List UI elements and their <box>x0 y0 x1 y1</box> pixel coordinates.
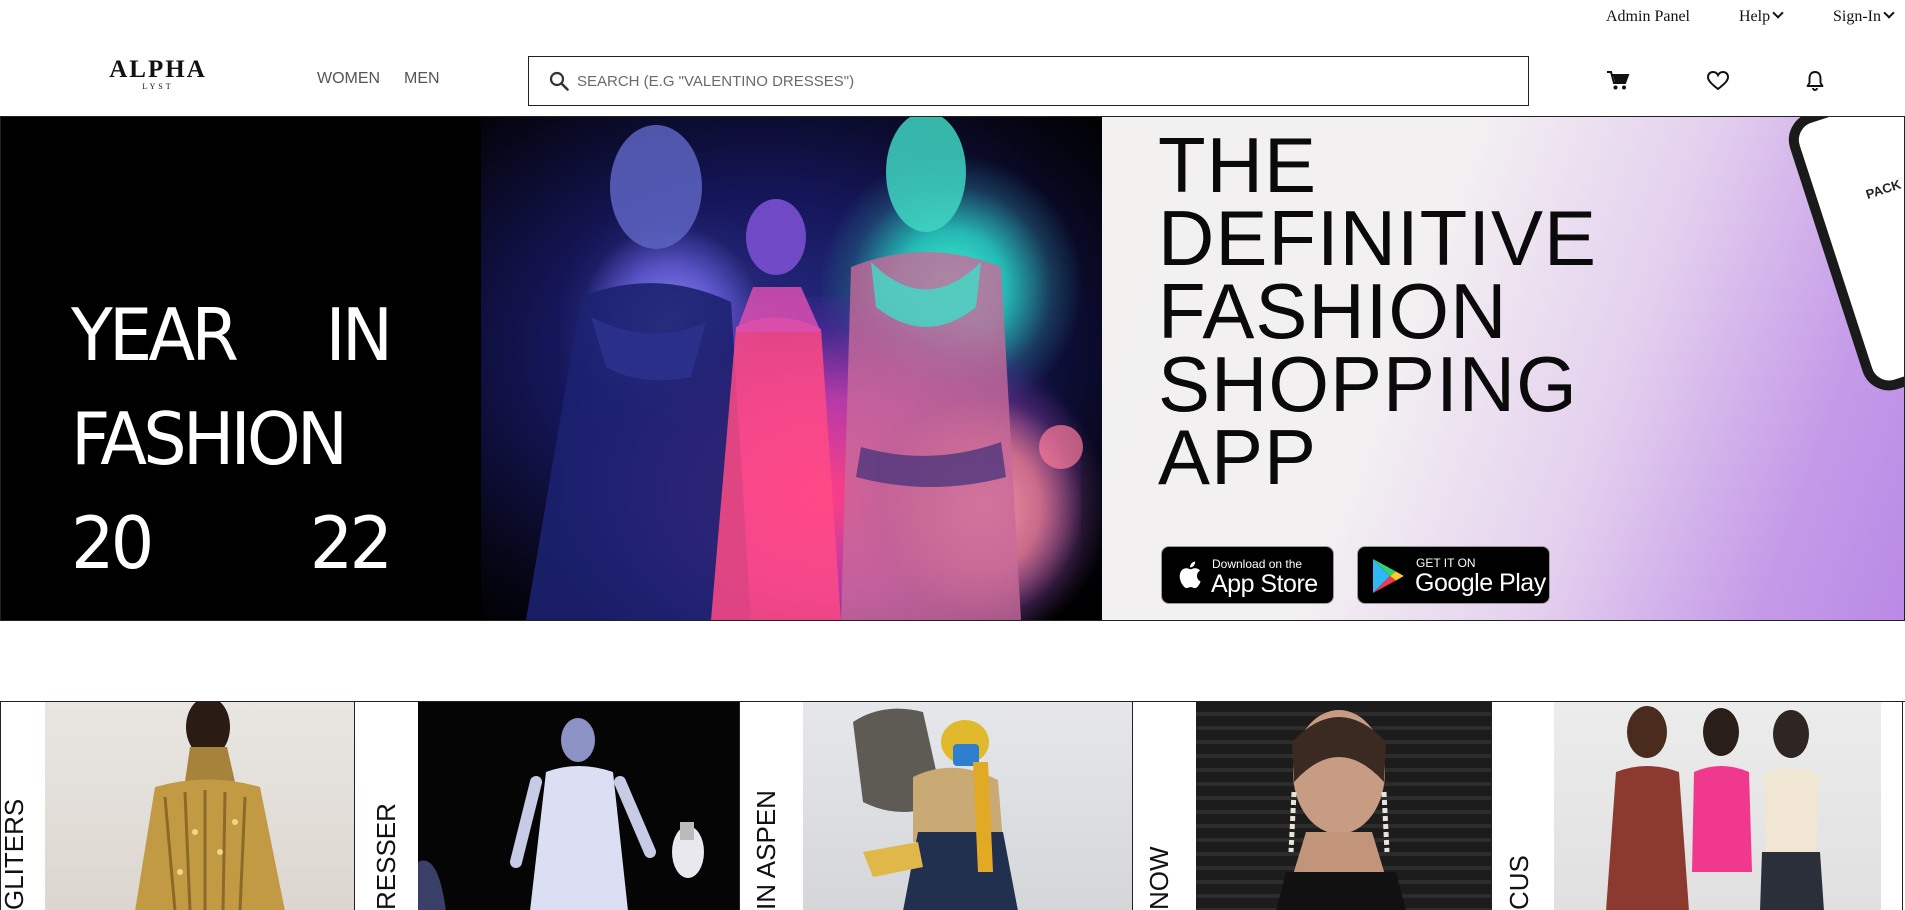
admin-panel-link[interactable]: Admin Panel <box>1606 8 1690 26</box>
carousel-card-label[interactable]: IN ASPEN <box>751 790 782 910</box>
google-play-small-text: GET IT ON <box>1416 556 1476 570</box>
search-icon[interactable] <box>549 71 569 91</box>
editorial-carousel: GLITERS RESSER IN ASPEN NOW CUS <box>0 701 1905 910</box>
google-play-big-text: Google Play <box>1415 569 1546 597</box>
nav-women[interactable]: WOMEN <box>317 70 380 88</box>
divider <box>739 702 740 910</box>
carousel-card-image[interactable] <box>803 702 1132 910</box>
model-image <box>418 718 704 910</box>
chevron-down-icon <box>1772 7 1784 19</box>
year-in-fashion-banner[interactable]: YEAR IN FASHION 20 22 <box>1 117 1102 620</box>
model-image <box>853 708 1018 910</box>
year-title-word: 20 <box>71 501 154 585</box>
app-title-line: DEFINITIVE <box>1158 194 1598 282</box>
hero-banner: YEAR IN FASHION 20 22 THE DEFINITIVE FASHI… <box>0 116 1905 621</box>
sign-in-label: Sign-In <box>1833 8 1881 25</box>
logo[interactable]: ALPHA LYST <box>102 56 214 91</box>
divider <box>1132 702 1133 910</box>
divider <box>1491 702 1492 910</box>
utility-bar: Admin Panel Help Sign-In <box>0 0 1905 34</box>
app-store-small-text: Download on the <box>1212 557 1303 571</box>
nav-men[interactable]: MEN <box>404 70 440 88</box>
logo-main-text: ALPHA <box>109 56 207 83</box>
year-title-word: IN <box>325 293 394 377</box>
search-bar <box>528 56 1529 106</box>
divider <box>354 702 355 910</box>
chevron-down-icon <box>1883 7 1895 19</box>
model-image <box>135 702 285 910</box>
app-title-line: SHOPPING <box>1158 340 1578 428</box>
year-title-word: YEAR <box>71 293 239 377</box>
apple-icon <box>1179 561 1201 589</box>
model-image <box>1606 706 1824 910</box>
app-store-button[interactable]: Download on the App Store <box>1161 546 1334 604</box>
main-header: ALPHA LYST WOMEN MEN <box>0 34 1905 116</box>
google-play-icon <box>1373 559 1404 593</box>
help-menu[interactable]: Help <box>1739 7 1784 26</box>
heart-icon[interactable] <box>1705 68 1731 94</box>
carousel-card-image[interactable] <box>1554 702 1881 910</box>
divider <box>1902 702 1903 910</box>
hero-models-image <box>526 117 1083 620</box>
app-title-line: APP <box>1158 413 1318 501</box>
app-promo-banner: THE DEFINITIVE FASHION SHOPPING APP PACK… <box>1102 117 1904 620</box>
model-image <box>1276 710 1406 910</box>
app-promo-title: THE DEFINITIVE FASHION SHOPPING APP <box>1158 121 1598 501</box>
year-title-word: FASHION <box>71 397 348 481</box>
sign-in-menu[interactable]: Sign-In <box>1833 7 1895 26</box>
phone-screen-text: PACK <box>1863 176 1903 202</box>
google-play-button[interactable]: GET IT ON Google Play <box>1357 546 1550 604</box>
app-title-line: THE <box>1158 121 1317 209</box>
carousel-card-label[interactable]: GLITERS <box>0 799 30 910</box>
carousel-card-image[interactable] <box>1196 702 1491 910</box>
year-in-fashion-title: YEAR IN FASHION 20 22 <box>71 257 394 620</box>
cart-icon[interactable] <box>1605 68 1631 94</box>
carousel-card-label[interactable]: CUS <box>1504 855 1535 910</box>
carousel-card-label[interactable]: NOW <box>1144 846 1175 910</box>
year-title-word: 22 <box>309 501 393 585</box>
app-store-big-text: App Store <box>1211 570 1318 598</box>
help-label: Help <box>1739 8 1771 25</box>
search-input[interactable] <box>577 57 1507 105</box>
carousel-card-image[interactable] <box>418 702 739 910</box>
app-title-line: FASHION <box>1158 267 1508 355</box>
phone-mockup: PACK <box>1781 117 1904 398</box>
carousel-card-image[interactable] <box>45 702 354 910</box>
logo-sub-text: LYST <box>142 82 174 91</box>
bell-icon[interactable] <box>1802 68 1828 94</box>
carousel-card-label[interactable]: RESSER <box>371 803 402 910</box>
